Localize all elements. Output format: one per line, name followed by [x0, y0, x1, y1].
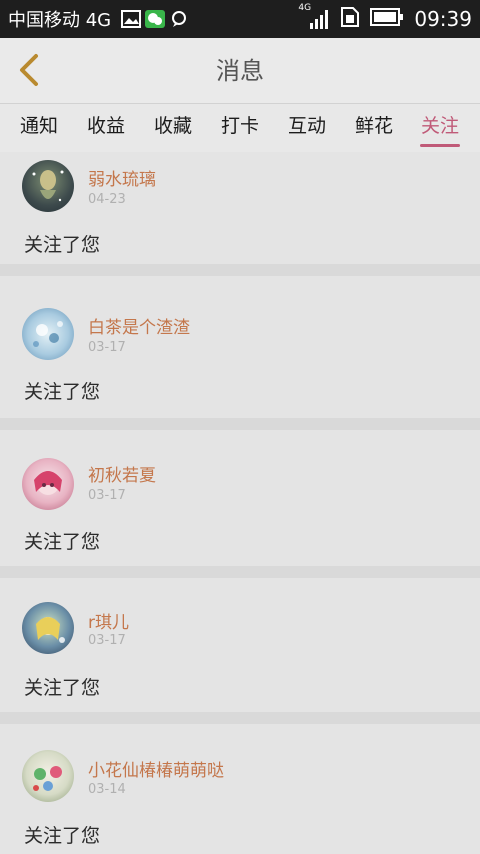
tab-favorites[interactable]: 收藏 [143, 104, 203, 152]
list-item[interactable]: r琪儿 03-17 关注了您 [0, 578, 480, 712]
username[interactable]: r琪儿 [88, 608, 129, 633]
carrier-label: 中国移动 4G [8, 10, 112, 31]
tab-label: 鲜花 [354, 115, 393, 137]
status-bar: 中国移动 4G 4G 09:39 [0, 0, 480, 38]
active-tab-indicator [420, 144, 460, 147]
divider [0, 418, 480, 430]
list-item[interactable]: 小花仙椿椿萌萌哒 03-14 关注了您 [0, 724, 480, 854]
tab-flowers[interactable]: 鲜花 [344, 104, 404, 152]
avatar[interactable] [22, 750, 74, 802]
avatar[interactable] [22, 308, 74, 360]
tab-label: 互动 [287, 115, 326, 137]
username[interactable]: 白茶是个渣渣 [88, 313, 190, 338]
timestamp: 03-14 [88, 782, 126, 797]
timestamp: 03-17 [88, 488, 126, 503]
timestamp: 03-17 [88, 340, 126, 355]
battery-icon [370, 7, 404, 31]
notification-text: 关注了您 [24, 531, 101, 553]
username[interactable]: 小花仙椿椿萌萌哒 [88, 756, 224, 781]
tab-label: 收益 [86, 115, 125, 137]
divider [0, 712, 480, 724]
chat-bubble-icon [169, 10, 189, 28]
page-title: 消息 [216, 57, 264, 85]
divider [0, 566, 480, 578]
tab-earnings[interactable]: 收益 [76, 104, 136, 152]
notification-text: 关注了您 [24, 234, 101, 256]
tab-label: 通知 [19, 115, 58, 137]
username[interactable]: 初秋若夏 [88, 461, 156, 486]
list-item[interactable]: 初秋若夏 03-17 关注了您 [0, 430, 480, 566]
notification-text: 关注了您 [24, 677, 101, 699]
divider [0, 264, 480, 276]
tab-label: 打卡 [220, 115, 259, 137]
sim-card-icon [340, 6, 360, 33]
timestamp: 03-17 [88, 633, 126, 648]
clock: 09:39 [414, 7, 472, 31]
avatar[interactable] [22, 602, 74, 654]
gallery-icon [121, 10, 142, 28]
tab-bar: 通知 收益 收藏 打卡 互动 鲜花 关注 [0, 104, 480, 152]
signal-icon: 4G [298, 3, 332, 31]
notification-text: 关注了您 [24, 825, 101, 847]
timestamp: 04-23 [88, 192, 126, 207]
avatar[interactable] [22, 160, 74, 212]
list-item[interactable]: 弱水琉璃 04-23 关注了您 [0, 152, 480, 264]
username[interactable]: 弱水琉璃 [88, 165, 156, 190]
tab-label: 关注 [420, 115, 459, 137]
avatar[interactable] [22, 458, 74, 510]
tab-label: 收藏 [153, 115, 192, 137]
tab-follows[interactable]: 关注 [410, 104, 470, 152]
tab-interactions[interactable]: 互动 [277, 104, 337, 152]
notification-text: 关注了您 [24, 381, 101, 403]
tab-notify[interactable]: 通知 [9, 104, 69, 152]
list-item[interactable]: 白茶是个渣渣 03-17 关注了您 [0, 276, 480, 418]
wechat-icon [145, 10, 166, 28]
app-header: 消息 [0, 38, 480, 104]
tab-checkin[interactable]: 打卡 [210, 104, 270, 152]
